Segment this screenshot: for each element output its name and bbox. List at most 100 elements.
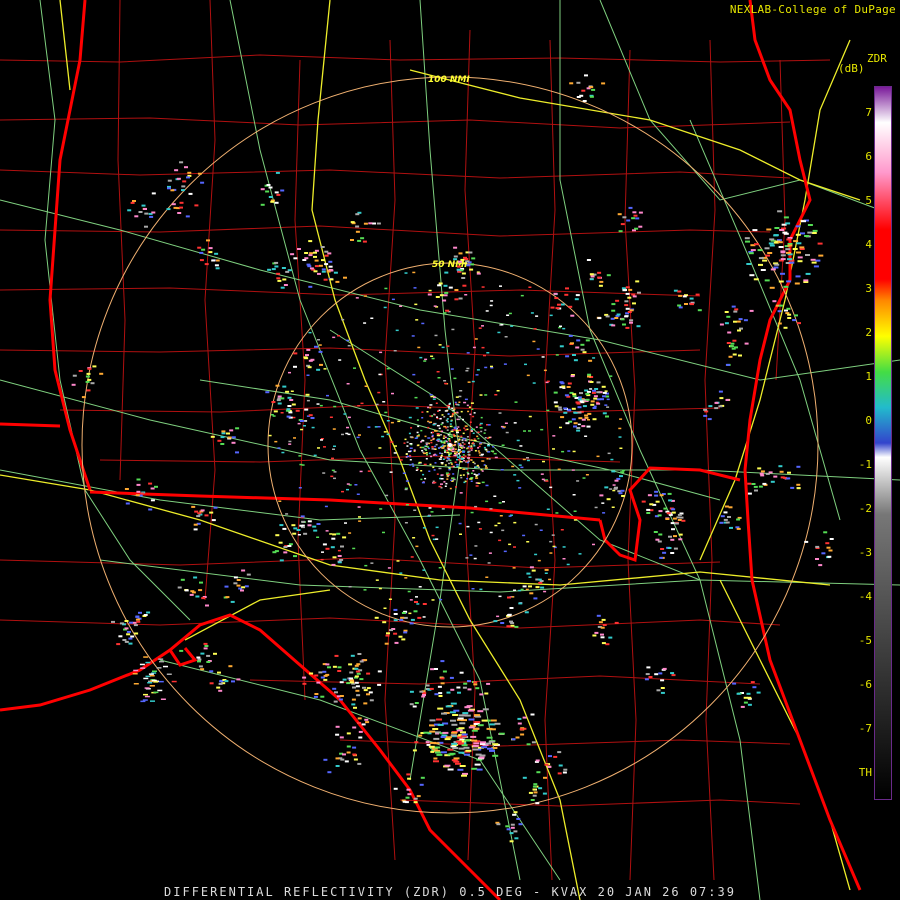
radar-echo-pixel <box>631 293 636 296</box>
radar-echo-pixel <box>444 485 447 487</box>
radar-echo-pixel <box>445 419 448 422</box>
radar-echo-pixel <box>148 482 153 485</box>
radar-echo-pixel <box>442 437 445 439</box>
radar-echo-pixel <box>320 439 323 441</box>
radar-echo-pixel <box>448 438 451 440</box>
radar-echo-pixel <box>350 679 354 682</box>
radar-echo-pixel <box>530 799 535 801</box>
radar-echo-pixel <box>406 788 411 791</box>
radar-echo-pixel <box>378 373 382 376</box>
radar-echo-pixel <box>677 513 682 516</box>
radar-echo-pixel <box>376 222 381 225</box>
radar-echo-pixel <box>370 562 374 564</box>
radar-echo-pixel <box>444 382 448 385</box>
radar-echo-pixel <box>346 682 351 685</box>
radar-echo-pixel <box>430 395 434 398</box>
radar-echo-pixel <box>420 429 423 432</box>
radar-echo-pixel <box>477 710 484 713</box>
radar-echo-pixel <box>602 395 606 398</box>
radar-echo-pixel <box>453 435 456 437</box>
radar-echo-pixel <box>419 783 424 786</box>
radar-echo-pixel <box>418 586 422 588</box>
radar-echo-pixel <box>407 777 412 780</box>
radar-echo-pixel <box>487 562 491 564</box>
radar-echo-pixel <box>600 398 604 401</box>
radar-echo-pixel <box>270 414 274 416</box>
radar-echo-pixel <box>619 418 623 420</box>
radar-echo-pixel <box>475 374 479 376</box>
radar-echo-pixel <box>677 304 682 307</box>
radar-echo-pixel <box>526 572 531 575</box>
radar-echo-pixel <box>431 534 435 537</box>
radar-echo-pixel <box>464 753 470 756</box>
radar-echo-pixel <box>305 354 309 357</box>
radar-echo-pixel <box>187 171 192 174</box>
radar-echo-pixel <box>529 592 534 595</box>
radar-echo-pixel <box>150 499 155 502</box>
radar-echo-pixel <box>197 660 201 663</box>
radar-echo-pixel <box>151 211 156 214</box>
radar-echo-pixel <box>677 290 682 293</box>
radar-echo-pixel <box>421 322 425 325</box>
radar-echo-pixel <box>518 487 522 489</box>
radar-echo-pixel <box>441 712 447 715</box>
radar-echo-pixel <box>433 481 437 484</box>
radar-echo-pixel <box>478 756 485 759</box>
radar-echo-pixel <box>452 429 456 431</box>
radar-echo-pixel <box>629 321 633 324</box>
radar-echo-pixel <box>401 612 406 614</box>
radar-echo-pixel <box>617 213 622 216</box>
radar-echo-pixel <box>436 416 438 418</box>
radar-echo-pixel <box>500 622 505 624</box>
radar-echo-pixel <box>460 410 463 413</box>
radar-echo-pixel <box>422 527 426 529</box>
radar-echo-pixel <box>593 395 598 398</box>
radar-echo-pixel <box>124 488 129 490</box>
radar-echo-pixel <box>585 392 590 395</box>
radar-echo-pixel <box>457 453 460 455</box>
radar-echo-pixel <box>585 398 590 401</box>
radar-echo-pixel <box>354 664 359 667</box>
radar-echo-pixel <box>796 242 802 245</box>
legend-tick-label: 7 <box>865 106 872 119</box>
radar-echo-pixel <box>434 334 438 337</box>
radar-echo-pixel <box>486 458 489 460</box>
radar-echo-pixel <box>774 263 780 266</box>
radar-echo-pixel <box>454 448 457 450</box>
radar-echo-pixel <box>484 366 488 369</box>
radar-echo-pixel <box>288 440 292 443</box>
radar-echo-pixel <box>440 423 443 426</box>
radar-echo-pixel <box>574 298 579 301</box>
radar-echo-pixel <box>197 658 202 661</box>
radar-echo-pixel <box>402 472 406 474</box>
radar-echo-pixel <box>299 524 304 527</box>
radar-echo-pixel <box>463 746 470 749</box>
radar-echo-pixel <box>313 529 318 532</box>
radar-echo-pixel <box>352 547 356 550</box>
radar-echo-pixel <box>300 515 305 518</box>
radar-echo-pixel <box>452 478 456 481</box>
radar-echo-pixel <box>181 185 186 188</box>
radar-echo-pixel <box>736 518 741 521</box>
radar-echo-pixel <box>436 753 443 756</box>
radar-echo-pixel <box>333 477 336 480</box>
radar-echo-pixel <box>529 566 534 569</box>
radar-echo-pixel <box>184 589 189 592</box>
radar-echo-pixel <box>622 289 627 292</box>
radar-echo-pixel <box>445 472 449 474</box>
radar-echo-pixel <box>193 576 198 579</box>
radar-echo-pixel <box>416 381 420 383</box>
radar-echo-pixel <box>638 211 643 214</box>
radar-echo-pixel <box>665 518 670 520</box>
radar-echo-pixel <box>458 467 462 469</box>
radar-echo-pixel <box>490 450 494 452</box>
radar-echo-pixel <box>458 443 460 445</box>
radar-echo-pixel <box>227 436 232 439</box>
radar-echo-pixel <box>428 452 431 455</box>
radar-echo-pixel <box>231 441 236 444</box>
radar-echo-pixel <box>655 538 660 541</box>
radar-echo-pixel <box>513 521 517 524</box>
radar-echo-pixel <box>404 488 408 491</box>
radar-echo-pixel <box>451 412 454 415</box>
radar-echo-pixel <box>129 621 133 624</box>
